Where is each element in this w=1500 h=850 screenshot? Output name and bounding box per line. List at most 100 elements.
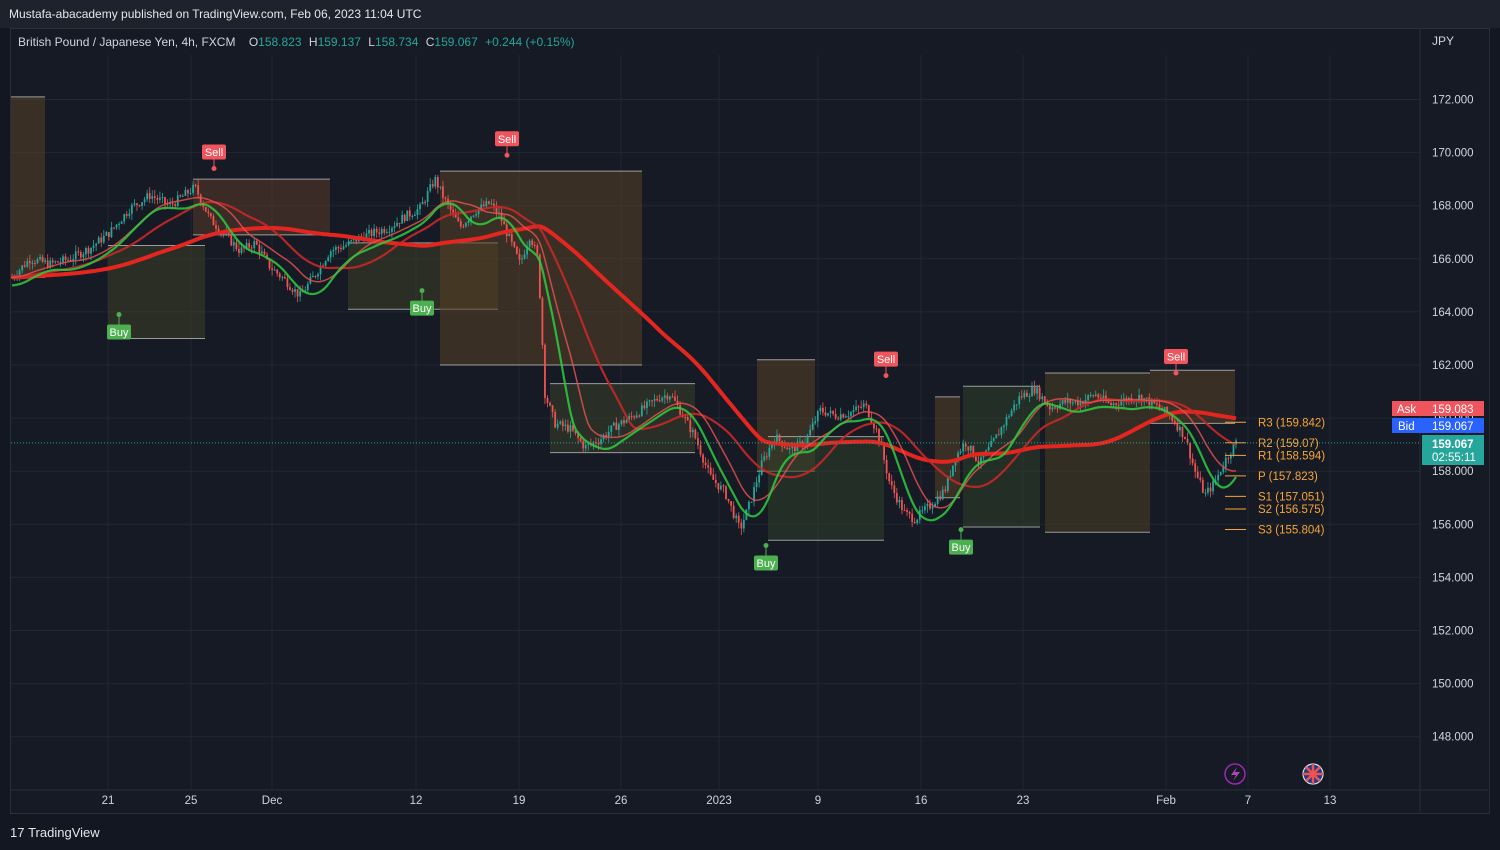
candle-body <box>411 215 414 217</box>
candle-body <box>421 201 424 205</box>
candle-body <box>648 400 651 402</box>
candle-body <box>296 289 299 297</box>
candle-body <box>679 405 681 415</box>
candle-body <box>895 493 898 503</box>
x-tick-label: 16 <box>915 795 928 807</box>
candle-body <box>518 253 521 260</box>
candle-body <box>799 441 801 443</box>
candle-body <box>1224 457 1227 468</box>
candle-body <box>82 254 85 258</box>
candle-body <box>85 248 87 255</box>
candle-body <box>92 245 95 248</box>
candle-body <box>633 416 636 418</box>
close-value: 159.067 <box>434 35 478 49</box>
candle-body <box>26 261 29 267</box>
candle-body <box>281 277 284 279</box>
ask-value: 159.083 <box>1432 404 1474 416</box>
candle-body <box>788 448 791 450</box>
candle-body <box>156 198 159 200</box>
candle-body <box>1217 474 1220 481</box>
candle-body <box>396 222 398 227</box>
x-tick-label: 9 <box>815 795 821 807</box>
candle-body <box>1110 402 1112 406</box>
event-icons[interactable] <box>1224 763 1324 785</box>
candle-body <box>814 421 817 424</box>
candle-body <box>375 228 378 233</box>
candle-body <box>1003 425 1005 428</box>
candle-body <box>31 262 34 264</box>
candle-body <box>686 417 689 421</box>
candle-body <box>638 415 641 417</box>
candle-body <box>1041 396 1044 400</box>
candle-body <box>128 213 131 216</box>
candle-body <box>559 421 562 424</box>
x-tick-label: 13 <box>1324 795 1337 807</box>
candle-body <box>549 402 551 406</box>
candle-body <box>90 247 92 254</box>
candle-body <box>992 438 995 442</box>
open-value: 158.823 <box>258 35 302 49</box>
candle-body <box>561 421 564 427</box>
y-tick-label: 162.000 <box>1432 360 1474 372</box>
candle-body <box>1023 392 1026 398</box>
candle-body <box>834 413 837 419</box>
candle-body <box>674 396 676 401</box>
y-tick-label: 158.000 <box>1432 466 1474 478</box>
candle-body <box>839 414 842 420</box>
candle-body <box>465 223 467 227</box>
candle-body <box>467 221 470 224</box>
tradingview-logo[interactable]: 17 TradingView <box>10 825 100 840</box>
symbol-legend[interactable]: British Pound / Japanese Yen, 4h, FXCM O… <box>18 35 575 49</box>
candle-body <box>1071 402 1074 404</box>
pivot-label: P (157.823) <box>1258 471 1318 483</box>
candle-body <box>1056 408 1059 410</box>
candle-body <box>671 396 674 398</box>
candle-body <box>510 233 513 242</box>
candle-body <box>153 196 156 199</box>
signal-dot <box>883 373 889 379</box>
candle-body <box>133 203 136 205</box>
candle-body <box>776 434 778 443</box>
candle-body <box>541 298 544 345</box>
candle-body <box>763 456 766 461</box>
candle-body <box>556 423 559 428</box>
candle-body <box>138 205 141 207</box>
candle-body <box>1107 401 1110 403</box>
candle-body <box>261 251 263 254</box>
price-chart[interactable]: R3 (159.842) R2 (159.07)R1 (158.594) P (15… <box>0 0 1500 850</box>
candle-body <box>161 197 164 199</box>
candle-body <box>36 259 39 264</box>
candle-body <box>1204 492 1207 494</box>
signal-sell-label: Sell <box>1167 351 1185 363</box>
candle-body <box>906 510 908 512</box>
candle-body <box>171 203 174 205</box>
candle-body <box>1010 410 1013 417</box>
candle-body <box>442 186 444 198</box>
candle-body <box>1015 404 1018 406</box>
candle-body <box>393 226 396 228</box>
candle-body <box>1087 395 1089 400</box>
candle-body <box>646 401 648 409</box>
lightning-glyph <box>1231 767 1240 781</box>
candle-body <box>1048 405 1051 410</box>
candle-body <box>1028 396 1031 398</box>
candle-body <box>329 251 332 258</box>
candle-body <box>1196 471 1199 478</box>
candle-body <box>1013 404 1016 411</box>
candle-body <box>939 496 942 500</box>
candle-body <box>378 232 381 234</box>
candle-body <box>783 446 786 448</box>
candle-body <box>1227 457 1230 459</box>
candle-body <box>730 501 732 506</box>
y-tick-label: 166.000 <box>1432 254 1474 266</box>
candle-body <box>908 511 911 514</box>
y-tick-label: 148.000 <box>1432 732 1474 744</box>
y-tick-label: 172.000 <box>1432 95 1474 107</box>
bar-countdown: 02:55:11 <box>1432 452 1476 464</box>
candle-body <box>286 278 289 288</box>
candle-body <box>406 210 409 222</box>
low-label: L <box>368 35 375 49</box>
candle-body <box>1232 444 1235 456</box>
symbol-title: British Pound / Japanese Yen, 4h, FXCM <box>18 35 236 49</box>
candle-body <box>569 425 572 432</box>
